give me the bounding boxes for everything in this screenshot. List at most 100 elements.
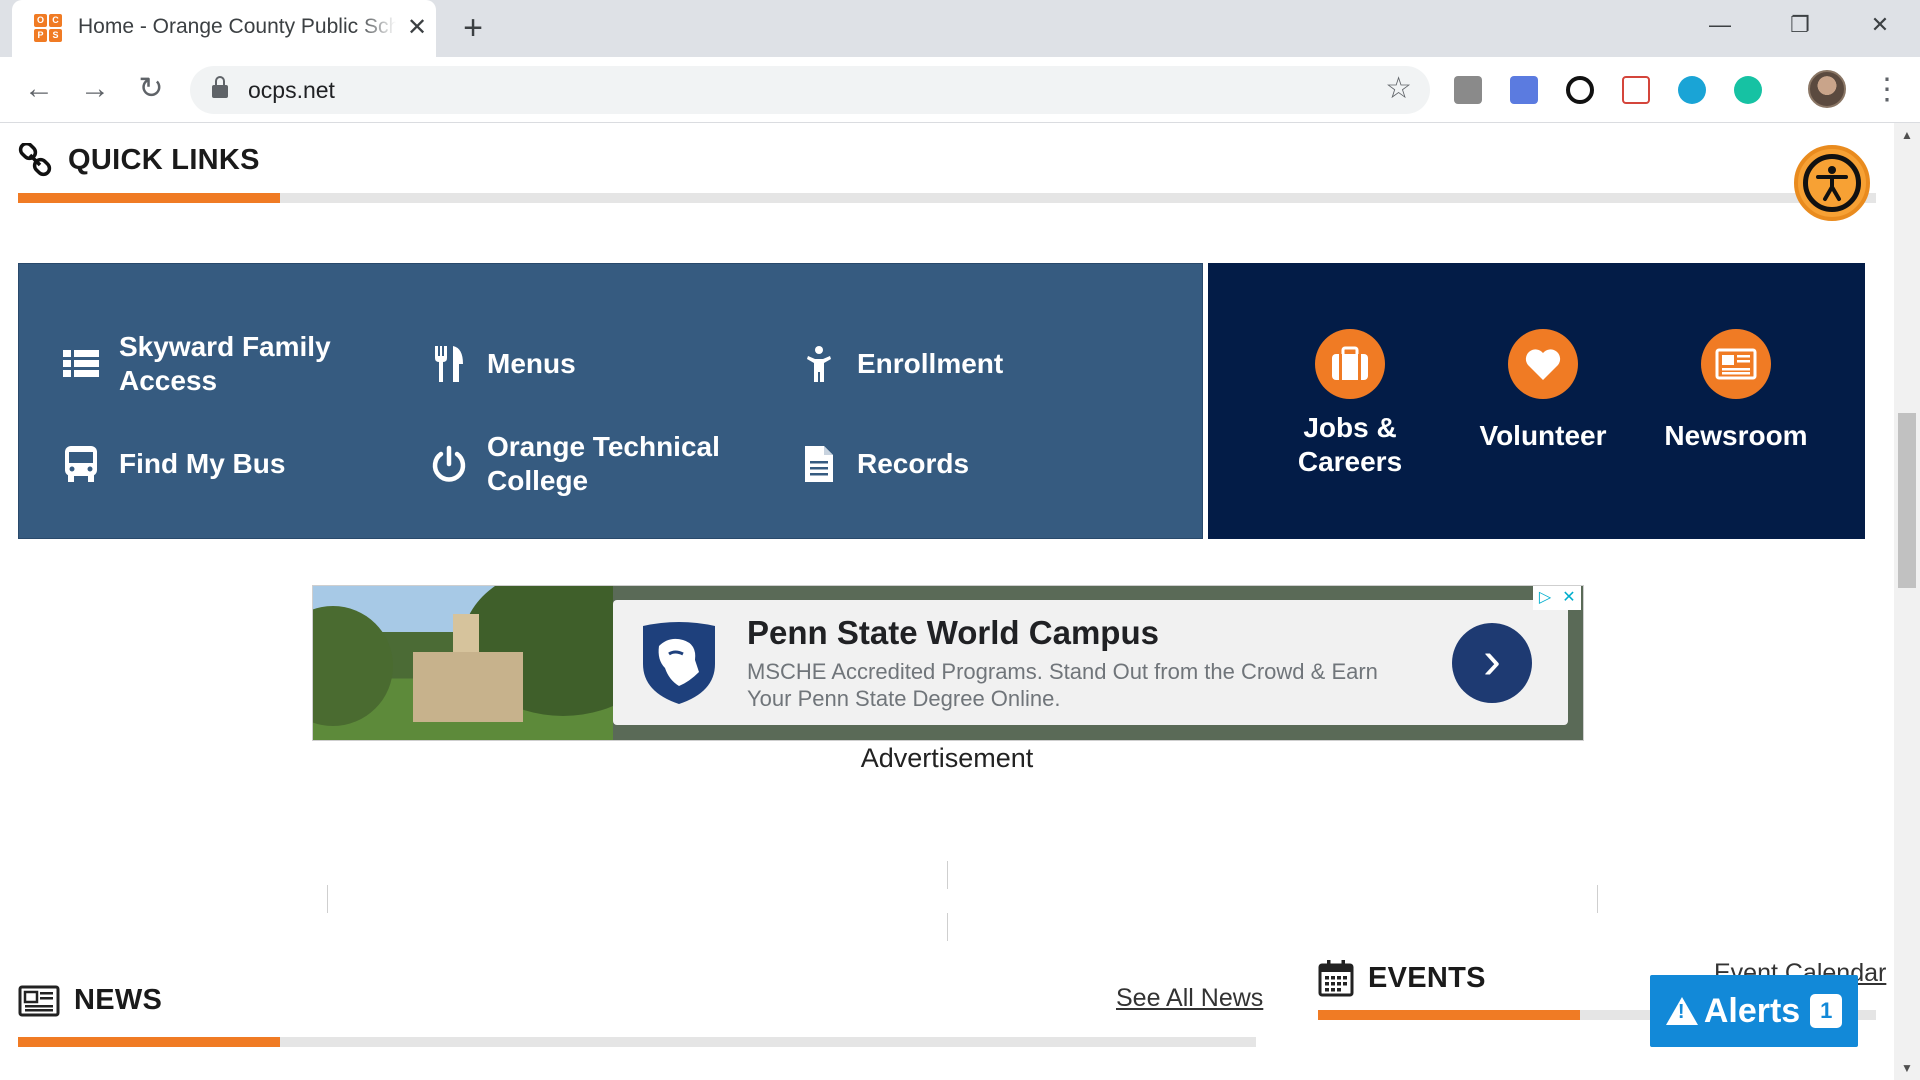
alerts-label: Alerts xyxy=(1703,991,1801,1030)
sync-extension-icon[interactable] xyxy=(1566,76,1594,104)
quick-link-label: Menus xyxy=(487,348,576,379)
featured-links-panel: Jobs & Careers Volunteer Newsroom xyxy=(1208,263,1865,539)
ad-card[interactable]: Penn State World Campus MSCHE Accredited… xyxy=(613,600,1568,725)
ad-campus-image xyxy=(313,586,613,740)
quick-link-find-my-bus[interactable]: Find My Bus xyxy=(61,430,285,498)
tab-close-icon[interactable]: ✕ xyxy=(404,15,430,41)
quick-link-label: Records xyxy=(857,448,970,479)
connect-extension-icon[interactable] xyxy=(1678,76,1706,104)
m-extension-icon[interactable] xyxy=(1734,76,1762,104)
tab-title: Home - Orange County Public Schools xyxy=(78,15,396,38)
heart-icon xyxy=(1508,329,1578,399)
penn-state-shield-icon xyxy=(643,622,715,704)
forward-arrow-icon[interactable]: → xyxy=(76,71,114,109)
url-text: ocps.net xyxy=(248,77,335,103)
label-line: Careers xyxy=(1297,446,1403,477)
page-viewport: QUICK LINKS Skyward Family Access Menus … xyxy=(0,123,1920,1080)
page-scrollbar[interactable]: ▲ ▼ xyxy=(1894,123,1920,1080)
divider-line xyxy=(947,913,948,941)
favicon-letter: O xyxy=(34,14,47,27)
divider-line xyxy=(947,861,948,889)
featured-link-label: Jobs & Careers xyxy=(1260,411,1440,479)
featured-link-label: Newsroom xyxy=(1664,420,1808,451)
scroll-up-icon[interactable]: ▲ xyxy=(1894,123,1920,147)
favicon-letter: S xyxy=(49,29,62,42)
accessibility-button[interactable] xyxy=(1794,145,1870,221)
person-icon xyxy=(807,346,831,382)
minimize-icon[interactable]: — xyxy=(1700,10,1740,40)
bus-icon xyxy=(65,446,97,482)
featured-link-label: Volunteer xyxy=(1479,420,1607,451)
quick-link-menus[interactable]: Menus xyxy=(429,330,576,398)
label-line: Jobs & xyxy=(1303,412,1397,443)
advertisement-caption: Advertisement xyxy=(860,743,1034,773)
quick-link-label: Find My Bus xyxy=(119,448,286,479)
link-chain-icon xyxy=(18,143,52,177)
back-arrow-icon[interactable]: ← xyxy=(20,71,58,109)
quick-link-label: Skyward Family Access xyxy=(119,330,331,398)
ad-description: MSCHE Accredited Programs. Stand Out fro… xyxy=(747,659,1378,711)
alerts-button[interactable]: Alerts 1 xyxy=(1650,975,1858,1047)
divider-line xyxy=(1597,885,1598,913)
ad-title[interactable]: Penn State World Campus xyxy=(747,614,1159,652)
ad-choices[interactable]: ▷ ✕ xyxy=(1533,586,1581,610)
warning-icon xyxy=(1665,997,1698,1025)
divider-line xyxy=(327,885,328,913)
newspaper-icon xyxy=(18,985,60,1016)
camera-extension-icon[interactable] xyxy=(1510,76,1538,104)
scrollbar-thumb[interactable] xyxy=(1898,413,1916,588)
document-icon xyxy=(805,446,833,482)
power-icon xyxy=(432,445,466,482)
label-line: Orange Technical xyxy=(487,431,720,462)
calendar-icon xyxy=(1318,960,1354,997)
lock-icon xyxy=(212,76,228,98)
events-title: EVENTS xyxy=(1368,961,1486,994)
quick-link-label: Enrollment xyxy=(857,348,1004,379)
advertisement-banner[interactable]: Penn State World Campus MSCHE Accredited… xyxy=(312,585,1584,741)
alerts-count-badge: 1 xyxy=(1810,994,1843,1028)
quick-link-orange-technical-college[interactable]: Orange Technical College xyxy=(429,430,720,498)
fork-knife-icon xyxy=(435,346,463,382)
list-icon xyxy=(63,350,99,377)
profile-avatar[interactable] xyxy=(1808,70,1846,108)
label-line: College xyxy=(487,465,589,496)
bookmark-star-icon[interactable]: ☆ xyxy=(1385,73,1412,105)
quick-links-rule xyxy=(18,193,1876,203)
news-title: NEWS xyxy=(74,984,163,1016)
featured-link-newsroom[interactable]: Newsroom xyxy=(1646,329,1826,453)
featured-link-jobs-careers[interactable]: Jobs & Careers xyxy=(1260,329,1440,479)
newspaper-icon xyxy=(1701,329,1771,399)
ocps-favicon-icon: O C P S xyxy=(34,14,62,42)
briefcase-icon xyxy=(1315,329,1385,399)
ad-close-icon[interactable]: ✕ xyxy=(1557,586,1581,610)
quick-links-header: QUICK LINKS xyxy=(18,143,260,177)
quick-link-skyward[interactable]: Skyward Family Access xyxy=(61,330,331,398)
quick-link-records[interactable]: Records xyxy=(799,430,969,498)
quick-links-panel: Skyward Family Access Menus Enrollment F… xyxy=(18,263,1203,539)
news-rule xyxy=(18,1037,1256,1047)
label-line: Skyward Family xyxy=(119,331,331,362)
window-close-icon[interactable]: ✕ xyxy=(1860,10,1900,40)
quick-links-title: QUICK LINKS xyxy=(68,143,260,176)
accessibility-person-icon xyxy=(1803,154,1861,212)
see-all-news-link[interactable]: See All News xyxy=(1116,984,1263,1013)
label-line: Access xyxy=(119,365,218,396)
reload-icon[interactable]: ↻ xyxy=(132,71,170,109)
favicon-letter: C xyxy=(49,14,62,27)
ad-chevron-right-icon[interactable]: › xyxy=(1452,623,1532,703)
new-tab-icon[interactable]: + xyxy=(456,11,490,46)
featured-link-volunteer[interactable]: Volunteer xyxy=(1453,329,1633,453)
tab-strip: O C P S Home - Orange County Public Scho… xyxy=(0,0,1920,57)
adchoices-icon[interactable]: ▷ xyxy=(1533,586,1557,610)
quick-link-enrollment[interactable]: Enrollment xyxy=(799,330,1003,398)
quick-link-label: Orange Technical College xyxy=(487,430,720,498)
restore-icon[interactable]: ❐ xyxy=(1780,10,1820,40)
menu-kebab-icon[interactable]: ⋮ xyxy=(1872,73,1902,107)
grammarly-extension-icon[interactable] xyxy=(1454,76,1482,104)
browser-toolbar: ← → ↻ ocps.net ☆ ⋮ xyxy=(0,57,1920,123)
scroll-down-icon[interactable]: ▼ xyxy=(1894,1056,1920,1080)
address-bar[interactable]: ocps.net ☆ xyxy=(190,66,1430,114)
news-header: NEWS xyxy=(18,984,162,1017)
browser-tab[interactable]: O C P S Home - Orange County Public Scho… xyxy=(12,0,436,57)
pdf-extension-icon[interactable] xyxy=(1622,76,1650,104)
